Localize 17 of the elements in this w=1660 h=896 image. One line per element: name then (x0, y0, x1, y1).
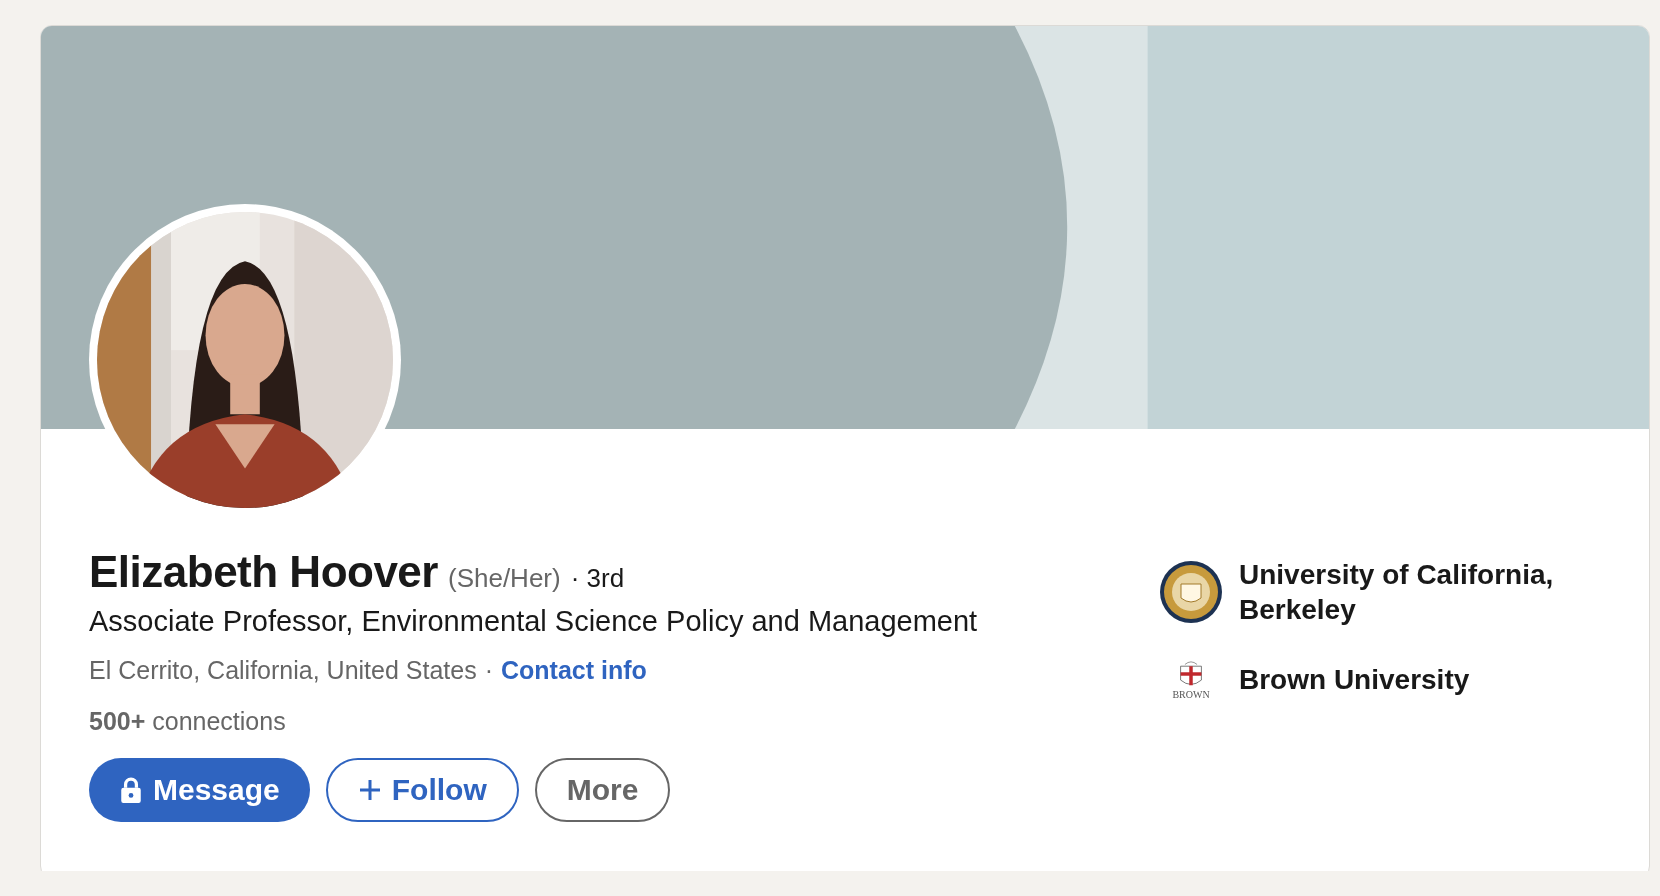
logo-text: BROWN (1172, 688, 1210, 700)
school-link[interactable]: Brown University (1239, 661, 1470, 697)
seal-icon (1159, 560, 1223, 624)
school-link[interactable]: University of California, Berkeley (1239, 557, 1609, 627)
contact-info-link[interactable]: Contact info (501, 656, 647, 685)
message-button[interactable]: Message (89, 758, 310, 822)
plus-icon (357, 777, 382, 803)
separator: · (484, 656, 493, 685)
profile-name: Elizabeth Hoover (89, 547, 438, 597)
more-button[interactable]: More (534, 758, 671, 822)
headline: Associate Professor, Environmental Science Policy and Management (89, 605, 978, 638)
follow-button[interactable]: Follow (325, 758, 519, 822)
connections-count: 500+ connections (89, 707, 287, 736)
location: El Cerrito, California, United States (89, 656, 477, 685)
lock-icon (119, 777, 143, 803)
connection-degree: · 3rd (570, 563, 625, 594)
pronouns: (She/Her) (447, 563, 561, 594)
